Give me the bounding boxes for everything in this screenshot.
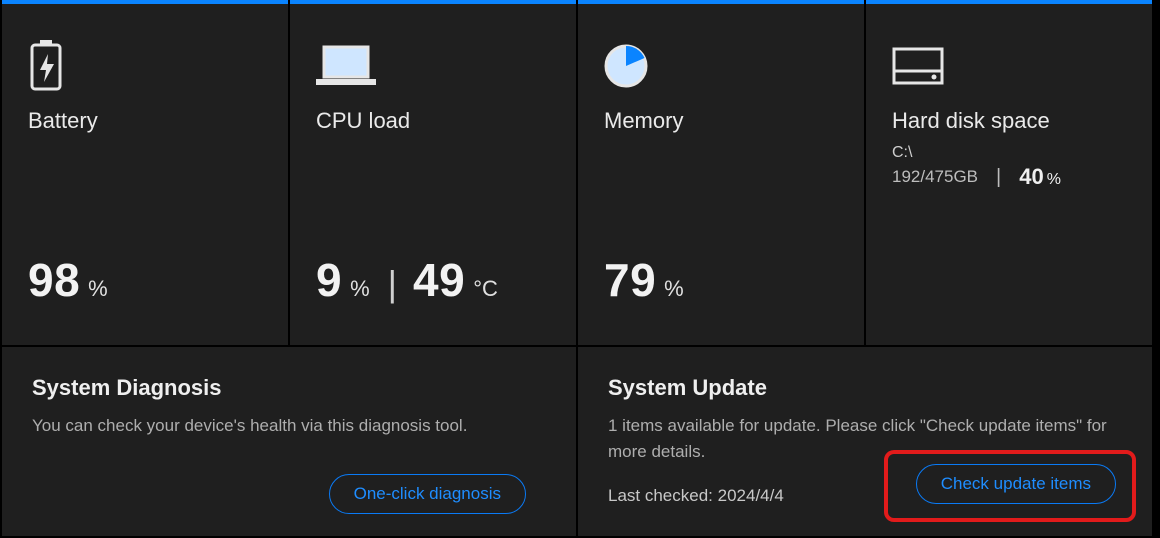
cpu-value-row: 9 % | 49 °C (316, 253, 550, 325)
value-separator: | (388, 263, 397, 305)
disk-card[interactable]: Hard disk space C:\ 192/475GB | 40% (866, 0, 1152, 345)
battery-unit: % (88, 276, 108, 302)
status-cards-row: Battery 98 % CPU load 9 % | 49 °C (0, 0, 1160, 345)
diagnosis-title: System Diagnosis (32, 375, 550, 401)
battery-value-row: 98 % (28, 253, 262, 325)
system-update-panel: System Update 1 items available for upda… (578, 347, 1152, 536)
disk-separator: | (996, 166, 1001, 189)
battery-card[interactable]: Battery 98 % (2, 0, 288, 345)
laptop-icon (316, 38, 550, 94)
memory-title: Memory (604, 108, 838, 134)
bottom-panels: System Diagnosis You can check your devi… (0, 345, 1160, 538)
system-diagnosis-panel: System Diagnosis You can check your devi… (2, 347, 576, 536)
memory-value: 79 (604, 253, 656, 307)
update-desc: 1 items available for update. Please cli… (608, 413, 1126, 464)
check-update-items-button[interactable]: Check update items (916, 464, 1116, 504)
cpu-title: CPU load (316, 108, 550, 134)
cpu-unit: % (350, 276, 370, 302)
memory-unit: % (664, 276, 684, 302)
disk-drive-label: C:\ (892, 144, 1126, 162)
one-click-diagnosis-button[interactable]: One-click diagnosis (329, 474, 526, 514)
pie-icon (604, 38, 838, 94)
memory-card[interactable]: Memory 79 % (578, 0, 864, 345)
update-title: System Update (608, 375, 1126, 401)
cpu-temp-unit: °C (473, 276, 498, 302)
battery-value: 98 (28, 253, 80, 307)
disk-percent-value: 40 (1019, 164, 1043, 189)
dashboard: Battery 98 % CPU load 9 % | 49 °C (0, 0, 1160, 538)
disk-percent: 40% (1019, 164, 1061, 190)
cpu-card[interactable]: CPU load 9 % | 49 °C (290, 0, 576, 345)
disk-title: Hard disk space (892, 108, 1126, 134)
disk-percent-unit: % (1047, 171, 1061, 188)
battery-title: Battery (28, 108, 262, 134)
diagnosis-desc: You can check your device's health via t… (32, 413, 550, 439)
disk-usage: 192/475GB (892, 167, 978, 187)
battery-icon (28, 38, 262, 94)
disk-usage-row: 192/475GB | 40% (892, 164, 1126, 190)
cpu-value: 9 (316, 253, 342, 307)
cpu-temp-value: 49 (413, 253, 465, 307)
drive-icon (892, 38, 1126, 94)
memory-value-row: 79 % (604, 253, 838, 325)
